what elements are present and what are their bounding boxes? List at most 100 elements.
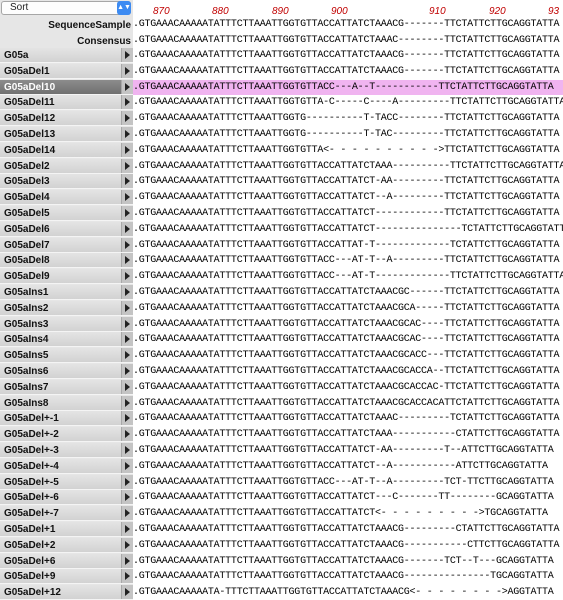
- sequence-row-item[interactable]: G05aIns4: [0, 332, 133, 347]
- expand-arrow-icon[interactable]: [121, 174, 133, 188]
- sequence-row-item[interactable]: G05aDel1: [0, 64, 133, 79]
- sequence-row-item[interactable]: G05aDel6: [0, 222, 133, 237]
- sequence-row-item[interactable]: G05aDel+-3: [0, 443, 133, 458]
- sort-label: Sort: [10, 2, 29, 13]
- sequence-row-item[interactable]: G05aDel+-1: [0, 411, 133, 426]
- sequence-row-item[interactable]: G05aDel+-5: [0, 475, 133, 490]
- expand-arrow-icon[interactable]: [121, 317, 133, 331]
- expand-arrow-icon[interactable]: [121, 554, 133, 568]
- sequence-sample-seq: .GTGAAACAAAAATATTTCTTAAATTGGTGTTACCATTAT…: [133, 19, 560, 30]
- sequence-row: .GTGAAACAAAAATATTTCTTAAATTGGTGTTACCATTAT…: [133, 350, 560, 361]
- sequence-row-item[interactable]: G05aDel+-7: [0, 506, 133, 521]
- sequence-name: G05aDel2: [4, 161, 50, 172]
- expand-arrow-icon[interactable]: [121, 411, 133, 425]
- sequence-row-item[interactable]: G05aDel5: [0, 206, 133, 221]
- consensus-seq: .GTGAAACAAAAATATTTCTTAAATTGGTGTTACCATTAT…: [133, 35, 560, 46]
- expand-arrow-icon[interactable]: [121, 64, 133, 78]
- expand-arrow-icon[interactable]: [121, 475, 133, 489]
- sequence-name: G05aDel+6: [4, 556, 56, 567]
- sequence-row-item[interactable]: G05aDel7: [0, 238, 133, 253]
- expand-arrow-icon[interactable]: [121, 459, 133, 473]
- expand-arrow-icon[interactable]: [121, 332, 133, 346]
- sequence-row-item[interactable]: G05aIns5: [0, 348, 133, 363]
- sequence-name: G05aDel+-7: [4, 508, 59, 519]
- expand-arrow-icon[interactable]: [121, 285, 133, 299]
- expand-arrow-icon[interactable]: [121, 380, 133, 394]
- sequence-row-item[interactable]: G05aDel+9: [0, 569, 133, 584]
- sort-dropdown[interactable]: Sort ▲▼: [1, 1, 131, 15]
- sequence-row-item[interactable]: G05aDel+1: [0, 522, 133, 537]
- expand-arrow-icon[interactable]: [121, 427, 133, 441]
- ruler-tick: 920: [489, 6, 506, 17]
- sequence-name: G05aDel+-6: [4, 492, 59, 503]
- expand-arrow-icon[interactable]: [121, 301, 133, 315]
- expand-arrow-icon[interactable]: [121, 569, 133, 583]
- ruler-tick: 870: [153, 6, 170, 17]
- sequence-row-item[interactable]: G05aDel+6: [0, 554, 133, 569]
- sequence-row-item[interactable]: G05aDel3: [0, 174, 133, 189]
- sequence-name: G05aIns6: [4, 366, 49, 377]
- expand-arrow-icon[interactable]: [121, 490, 133, 504]
- sequence-row: .GTGAAACAAAAATATTTCTTAAATTGGTGTTACCATTAT…: [133, 176, 560, 187]
- sequence-row-item[interactable]: G05aDel9: [0, 269, 133, 284]
- ruler-tick: 880: [212, 6, 229, 17]
- expand-arrow-icon[interactable]: [121, 80, 133, 94]
- expand-arrow-icon[interactable]: [121, 190, 133, 204]
- chevron-down-icon[interactable]: ▲▼: [117, 1, 131, 15]
- sequence-row-item[interactable]: G05aIns1: [0, 285, 133, 300]
- expand-arrow-icon[interactable]: [121, 95, 133, 109]
- sequence-row-item[interactable]: G05aDel+-6: [0, 490, 133, 505]
- expand-arrow-icon[interactable]: [121, 269, 133, 283]
- expand-arrow-icon[interactable]: [121, 143, 133, 157]
- expand-arrow-icon[interactable]: [121, 206, 133, 220]
- sequence-row-item[interactable]: G05aDel+12: [0, 585, 133, 600]
- expand-arrow-icon[interactable]: [121, 396, 133, 410]
- expand-arrow-icon[interactable]: [121, 522, 133, 536]
- expand-arrow-icon[interactable]: [121, 222, 133, 236]
- sequence-row: .GTGAAACAAAAATATTTCTTAAATTGGTGTTACCATTAT…: [133, 66, 560, 77]
- expand-arrow-icon[interactable]: [121, 111, 133, 125]
- sequence-row-item[interactable]: G05aDel+-2: [0, 427, 133, 442]
- sequence-row-item[interactable]: G05aIns8: [0, 396, 133, 411]
- sequence-row: .GTGAAACAAAAATATTTCTTAAATTGGTGTTACCATTAT…: [133, 224, 563, 235]
- sequence-row: .GTGAAACAAAAATATTTCTTAAATTGGTGTTA-C-----…: [133, 97, 563, 108]
- expand-arrow-icon[interactable]: [121, 253, 133, 267]
- sequence-row-item[interactable]: G05aIns2: [0, 301, 133, 316]
- expand-arrow-icon[interactable]: [121, 127, 133, 141]
- sequence-row-item[interactable]: G05aDel14: [0, 143, 133, 158]
- expand-arrow-icon[interactable]: [121, 364, 133, 378]
- sequence-row-item[interactable]: G05aDel+2: [0, 538, 133, 553]
- sequence-name: G05aDel+-5: [4, 477, 59, 488]
- sequence-row-item[interactable]: G05aDel12: [0, 111, 133, 126]
- sequence-row-item[interactable]: G05aDel+-4: [0, 459, 133, 474]
- expand-arrow-icon[interactable]: [121, 48, 133, 62]
- sequence-row-item[interactable]: G05aDel8: [0, 253, 133, 268]
- expand-arrow-icon[interactable]: [121, 348, 133, 362]
- sequence-row: .GTGAAACAAAAATATTTCTTAAATTGGTGTTACCATTAT…: [133, 508, 548, 519]
- sequence-name: G05aDel6: [4, 224, 50, 235]
- sequence-row: .GTGAAACAAAAATATTTCTTAAATTGGTGTTACCATTAT…: [133, 161, 563, 172]
- sequence-row-item[interactable]: G05a: [0, 48, 133, 63]
- sequence-row-item[interactable]: G05aIns7: [0, 380, 133, 395]
- expand-arrow-icon[interactable]: [121, 506, 133, 520]
- sequence-name: G05aDel11: [4, 97, 55, 108]
- alignment-view[interactable]: 870 880 890 900 910 920 93 .GTGAAACAAAAA…: [133, 0, 563, 600]
- expand-arrow-icon[interactable]: [121, 538, 133, 552]
- sequence-row-item[interactable]: G05aDel13: [0, 127, 133, 142]
- sequence-row-item[interactable]: G05aDel4: [0, 190, 133, 205]
- sequence-row: .GTGAAACAAAAATATTTCTTAAATTGGTGTTACCATTAT…: [133, 319, 560, 330]
- expand-arrow-icon[interactable]: [121, 238, 133, 252]
- expand-arrow-icon[interactable]: [121, 443, 133, 457]
- sequence-row-item[interactable]: G05aDel10: [0, 80, 133, 95]
- sequence-names-panel: Sort ▲▼ SequenceSample Consensus G05a G05…: [0, 0, 133, 600]
- sequence-row-item[interactable]: G05aDel11: [0, 95, 133, 110]
- sequence-row-item[interactable]: G05aDel2: [0, 159, 133, 174]
- expand-arrow-icon[interactable]: [121, 159, 133, 173]
- sequence-row: .GTGAAACAAAAATATTTCTTAAATTGGTGTTACCATTAT…: [133, 382, 560, 393]
- expand-arrow-icon[interactable]: [121, 585, 133, 599]
- sequence-row-item[interactable]: G05aIns3: [0, 317, 133, 332]
- sequence-name: G05aDel+12: [4, 587, 61, 598]
- ruler-tick: 910: [429, 6, 446, 17]
- sequence-row-item[interactable]: G05aIns6: [0, 364, 133, 379]
- sequence-row: .GTGAAACAAAAATATTTCTTAAATTGGTGTTACCATTAT…: [133, 540, 560, 551]
